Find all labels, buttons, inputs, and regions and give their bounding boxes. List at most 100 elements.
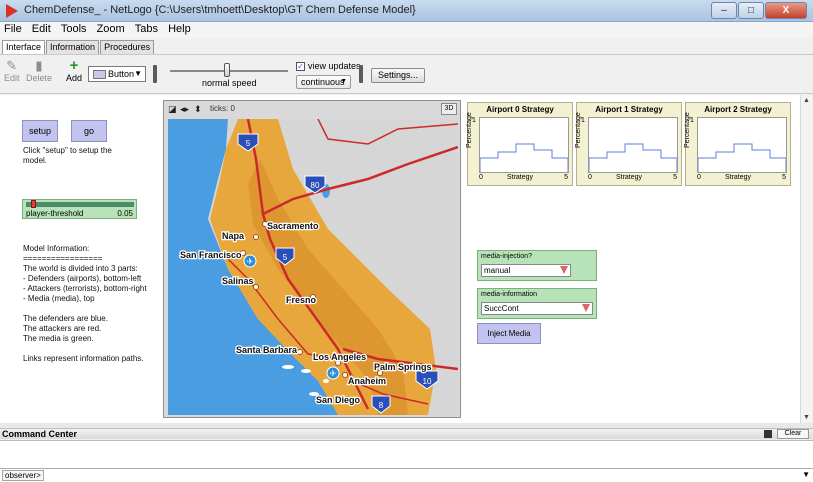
shrink-icon[interactable]: ◪ xyxy=(168,104,177,115)
menu-edit[interactable]: Edit xyxy=(28,22,54,35)
plot-title: Airport 1 Strategy xyxy=(595,105,663,114)
chooser-value: SuccCont xyxy=(484,304,519,313)
scroll-down-icon[interactable]: ▼ xyxy=(803,414,810,421)
histogram xyxy=(479,143,569,172)
slider-name: player-threshold xyxy=(26,209,84,218)
plot-y-label: Percentage xyxy=(575,112,582,148)
history-dropdown-icon[interactable]: ▼ xyxy=(802,470,810,479)
chooser-name: media-injection? xyxy=(481,253,532,260)
shield-label: 80 xyxy=(311,181,320,190)
expand-icon[interactable] xyxy=(764,430,772,438)
menu-file[interactable]: File xyxy=(0,22,25,35)
city-label: Napa xyxy=(222,231,245,241)
plot-area xyxy=(479,117,569,173)
airport-icon: ✈ xyxy=(243,254,257,268)
command-input-row: observer> ▼ xyxy=(0,468,813,482)
map-svg: 5 80 5 10 8 ✈ ✈ Sacramento Napa San Fran… xyxy=(168,119,458,415)
city-marker xyxy=(253,234,259,240)
toolbar-separator xyxy=(153,65,157,83)
widget-type-select[interactable]: Button ▼ xyxy=(88,66,146,82)
city-label: Anaheim xyxy=(348,376,386,386)
command-center-title: Command Center xyxy=(2,429,78,439)
model-information-note: Model Information: ================= The… xyxy=(23,244,147,363)
menu-zoom[interactable]: Zoom xyxy=(93,22,128,35)
slider-value: 0.05 xyxy=(117,209,133,218)
netlogo-icon xyxy=(6,4,18,18)
menu-tools[interactable]: Tools xyxy=(57,22,90,35)
tab-procedures[interactable]: Procedures xyxy=(100,40,155,54)
media-injection-chooser[interactable]: media-injection? manual xyxy=(477,250,597,281)
toolbar: ✎ Edit ▮ Delete + Add Button ▼ normal sp… xyxy=(0,54,813,94)
horizontal-resize-icon[interactable]: ◂▸ xyxy=(180,104,189,115)
plot-y-label: Percentage xyxy=(684,112,691,148)
slider-knob[interactable] xyxy=(31,200,37,208)
3d-view-button[interactable]: 3D xyxy=(441,103,457,115)
city-label: Palm Springs xyxy=(374,362,432,372)
clear-button[interactable]: Clear xyxy=(777,429,809,439)
toolbar-separator xyxy=(359,65,363,83)
channel-island xyxy=(301,369,311,373)
media-information-chooser[interactable]: media-information SuccCont xyxy=(477,288,597,319)
slider-track[interactable] xyxy=(26,202,134,207)
plot-area xyxy=(697,117,787,173)
chooser-select[interactable]: manual xyxy=(481,264,571,277)
update-mode-select[interactable]: continuous ▼ xyxy=(296,75,351,89)
edit-tool[interactable]: ✎ Edit xyxy=(4,58,20,84)
tab-interface[interactable]: Interface xyxy=(2,40,46,54)
command-input[interactable] xyxy=(60,470,800,481)
city-marker xyxy=(297,349,303,355)
tab-information[interactable]: Information xyxy=(46,40,100,54)
airport-0-strategy-plot: Airport 0 Strategy 1 Percentage 0 Strate… xyxy=(466,102,573,186)
delete-tool[interactable]: ▮ Delete xyxy=(26,59,52,84)
menu-tabs[interactable]: Tabs xyxy=(131,22,161,35)
chevron-down-icon: ▼ xyxy=(134,69,142,78)
city-label: Santa Barbara xyxy=(236,345,298,355)
update-mode-value: continuous xyxy=(301,77,345,87)
airport-1-strategy-plot: Airport 1 Strategy 1 Percentage 0 Strate… xyxy=(575,102,682,186)
agent-selector[interactable]: observer> xyxy=(2,470,44,481)
vertical-resize-icon[interactable]: ⬍ xyxy=(194,104,202,115)
window-controls: – □ X xyxy=(711,2,807,19)
tab-strip: Interface Information Procedures xyxy=(2,40,155,54)
world-view-controls: ◪ ◂▸ ⬍ ticks: 0 3D xyxy=(164,101,460,118)
speed-slider-thumb[interactable] xyxy=(223,63,230,77)
view-updates-label: view updates xyxy=(308,61,361,71)
menu-help[interactable]: Help xyxy=(164,22,194,35)
ticks-counter: ticks: 0 xyxy=(210,104,235,113)
plot-x-label: Strategy xyxy=(506,174,534,181)
plot-area xyxy=(588,117,678,173)
maximize-button[interactable]: □ xyxy=(738,2,764,19)
go-button[interactable]: go xyxy=(71,120,107,142)
chevron-down-icon xyxy=(560,266,568,274)
channel-island xyxy=(323,379,329,383)
chooser-value: manual xyxy=(484,266,511,275)
menu-bar: File Edit Tools Zoom Tabs Help xyxy=(0,22,813,38)
channel-island xyxy=(282,365,294,369)
plot-x-label: Strategy xyxy=(724,174,752,181)
chevron-down-icon xyxy=(582,304,590,312)
settings-button[interactable]: Settings... xyxy=(371,68,425,83)
minimize-button[interactable]: – xyxy=(711,2,737,19)
city-marker xyxy=(342,372,348,378)
histogram xyxy=(588,143,678,172)
plot-x-label: Strategy xyxy=(615,174,643,181)
inject-media-button[interactable]: Inject Media xyxy=(477,323,541,344)
world-view[interactable]: ◪ ◂▸ ⬍ ticks: 0 3D 5 80 5 10 8 ✈ ✈ Sacra… xyxy=(163,100,461,418)
shield-label: 10 xyxy=(423,377,432,386)
setup-button[interactable]: setup xyxy=(22,120,58,142)
city-label: Sacramento xyxy=(267,221,319,231)
state-highway xyxy=(317,119,458,145)
pencil-icon: ✎ xyxy=(6,58,18,73)
chooser-select[interactable]: SuccCont xyxy=(481,302,593,315)
plot-x-max: 5 xyxy=(782,174,786,181)
add-tool[interactable]: + Add xyxy=(66,58,82,83)
city-label: Salinas xyxy=(222,276,254,286)
player-threshold-slider[interactable]: player-threshold 0.05 xyxy=(22,199,137,219)
scroll-up-icon[interactable]: ▲ xyxy=(803,97,810,104)
view-updates-checkbox[interactable]: ✓ xyxy=(296,62,305,71)
plot-x-max: 5 xyxy=(564,174,568,181)
california-map: 5 80 5 10 8 ✈ ✈ Sacramento Napa San Fran… xyxy=(168,119,458,415)
shield-label: 5 xyxy=(283,253,288,262)
close-button[interactable]: X xyxy=(765,2,807,19)
interface-scrollbar[interactable]: ▲ ▼ xyxy=(800,95,813,423)
